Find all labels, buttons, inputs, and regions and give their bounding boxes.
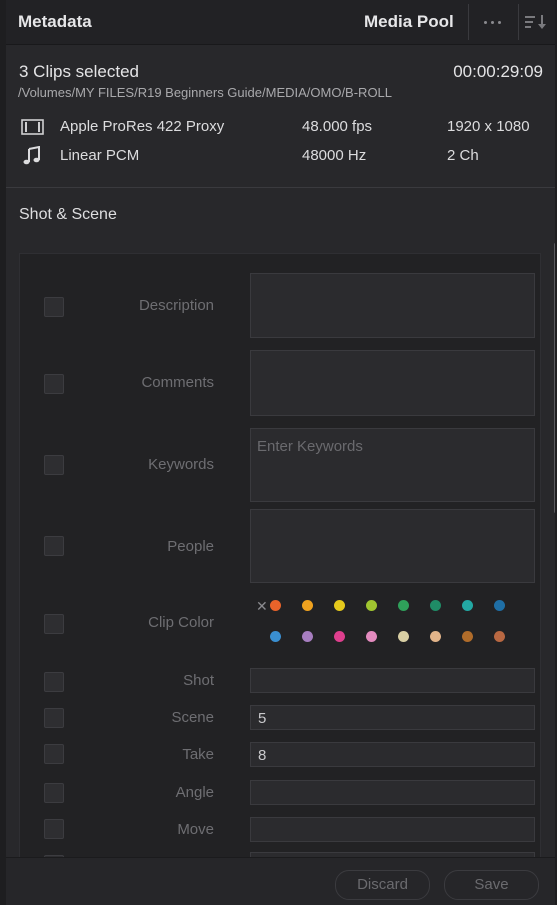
clip-color-swatch[interactable] [270,600,281,611]
clip-color-swatch[interactable] [398,600,409,611]
shot-scene-group: Description Comments Keywords Enter Keyw… [19,253,541,905]
comments-checkbox[interactable] [44,374,64,394]
media-pool-button[interactable]: Media Pool [364,12,454,32]
move-field[interactable] [250,817,535,842]
clip-color-checkbox[interactable] [44,614,64,634]
panel-title: Metadata [18,12,92,31]
clip-color-swatch[interactable] [334,600,345,611]
sort-icon[interactable] [522,10,550,34]
people-checkbox[interactable] [44,536,64,556]
scene-field[interactable]: 5 [250,705,535,730]
clip-color-swatch[interactable] [494,631,505,642]
audio-channels: 2 Ch [447,147,479,164]
clip-color-label: Clip Color [148,614,214,631]
shot-field[interactable] [250,668,535,693]
video-codec: Apple ProRes 422 Proxy [60,118,225,135]
clip-color-swatch[interactable] [302,631,313,642]
video-fps: 48.000 fps [302,118,373,135]
description-checkbox[interactable] [44,297,64,317]
clip-color-swatch[interactable] [462,600,473,611]
clip-color-swatch[interactable] [270,631,281,642]
move-label: Move [177,821,214,838]
clip-color-swatch[interactable] [494,600,505,611]
keywords-label: Keywords [148,456,214,473]
move-checkbox[interactable] [44,819,64,839]
clip-color-swatch[interactable] [430,631,441,642]
discard-button[interactable]: Discard [335,870,430,900]
section-title: Shot & Scene [19,206,117,223]
save-button[interactable]: Save [444,870,539,900]
angle-field[interactable] [250,780,535,805]
audio-codec: Linear PCM [60,147,140,164]
clip-color-swatch[interactable] [366,600,377,611]
scene-label: Scene [171,709,214,726]
angle-checkbox[interactable] [44,783,64,803]
shot-label: Shot [183,672,214,689]
keywords-checkbox[interactable] [44,455,64,475]
clip-color-swatch[interactable] [430,600,441,611]
audio-rate: 48000 Hz [302,147,367,164]
description-label: Description [138,297,214,314]
take-label: Take [182,746,214,763]
shot-checkbox[interactable] [44,672,64,692]
take-checkbox[interactable] [44,744,64,764]
clear-color-icon[interactable]: ✕ [256,598,268,615]
clip-info: 3 Clips selected 00:00:29:09 /Volumes/MY… [6,45,555,188]
video-info-row: Apple ProRes 422 Proxy 48.000 fps 1920 x… [6,117,555,139]
more-options-icon[interactable] [472,10,512,34]
clip-color-swatch[interactable] [462,631,473,642]
clip-color-swatch[interactable] [398,631,409,642]
comments-label: Comments [141,374,214,391]
header-divider [468,4,469,40]
clip-path: /Volumes/MY FILES/R19 Beginners Guide/ME… [18,85,393,100]
timecode: 00:00:29:09 [453,62,543,81]
music-note-icon [20,145,46,166]
clip-color-swatch[interactable] [334,631,345,642]
keywords-input[interactable]: Enter Keywords [250,428,535,502]
video-resolution: 1920 x 1080 [447,118,530,135]
clip-color-swatch[interactable] [366,631,377,642]
panel-header: Metadata Media Pool [6,0,555,45]
take-field[interactable]: 8 [250,742,535,767]
people-field[interactable] [250,509,535,583]
selection-count: 3 Clips selected [19,62,140,81]
film-icon [20,117,46,137]
people-label: People [167,538,214,555]
panel-footer: Discard Save [6,857,555,905]
description-field[interactable] [250,273,535,338]
audio-info-row: Linear PCM 48000 Hz 2 Ch [6,145,555,168]
comments-field[interactable] [250,350,535,416]
angle-label: Angle [175,784,214,801]
scene-checkbox[interactable] [44,708,64,728]
metadata-panel: Metadata Media Pool 3 Clips selected 00:… [6,0,555,905]
header-divider [518,4,519,40]
clip-color-swatch[interactable] [302,600,313,611]
scrollbar[interactable] [554,243,555,513]
